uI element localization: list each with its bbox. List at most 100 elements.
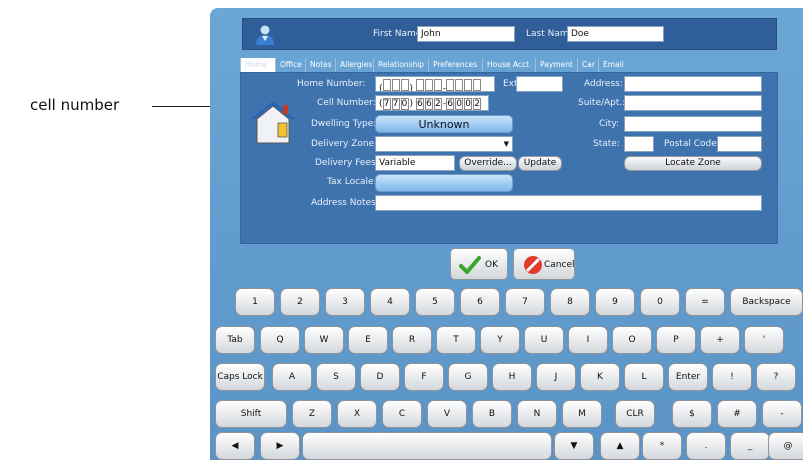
ok-label: OK bbox=[485, 260, 498, 270]
override-button[interactable]: Override... bbox=[459, 156, 517, 171]
key-exclamation[interactable]: ! bbox=[712, 363, 752, 391]
key-enter[interactable]: Enter bbox=[668, 363, 708, 391]
key-3[interactable]: 3 bbox=[325, 288, 365, 316]
key-left-arrow[interactable]: ◀ bbox=[215, 432, 255, 460]
key-tab[interactable]: Tab bbox=[215, 326, 255, 354]
key-o[interactable]: O bbox=[612, 326, 652, 354]
tab-home[interactable]: Home bbox=[240, 58, 275, 72]
key-minus[interactable]: - bbox=[762, 400, 802, 428]
key-caps-lock[interactable]: Caps Lock bbox=[215, 363, 265, 391]
key-4[interactable]: 4 bbox=[370, 288, 410, 316]
tab-office[interactable]: Office bbox=[275, 58, 305, 72]
delivery-zone-select[interactable]: ▼ bbox=[375, 136, 513, 152]
tab-notes[interactable]: Notes bbox=[305, 58, 335, 72]
key-j[interactable]: J bbox=[536, 363, 576, 391]
tab-relationship[interactable]: Relationship bbox=[373, 58, 428, 72]
address-label: Address: bbox=[584, 79, 623, 89]
key-y[interactable]: Y bbox=[480, 326, 520, 354]
home-tab-panel: Home Number: () - Ext: Cell Number: (7 7 0… bbox=[240, 72, 778, 244]
key-k[interactable]: K bbox=[580, 363, 620, 391]
tab-preferences[interactable]: Preferences bbox=[428, 58, 482, 72]
key-w[interactable]: W bbox=[304, 326, 344, 354]
cancel-button[interactable]: Cancel bbox=[513, 248, 575, 280]
key-equals[interactable]: = bbox=[685, 288, 725, 316]
suite-field[interactable] bbox=[624, 95, 762, 111]
key-space[interactable] bbox=[302, 432, 552, 460]
key-question[interactable]: ? bbox=[756, 363, 796, 391]
key-9[interactable]: 9 bbox=[595, 288, 635, 316]
key-up-arrow[interactable]: ▲ bbox=[600, 432, 640, 460]
address-field[interactable] bbox=[624, 76, 762, 92]
tax-locale-button[interactable] bbox=[375, 174, 513, 192]
key-v[interactable]: V bbox=[427, 400, 467, 428]
key-e[interactable]: E bbox=[348, 326, 388, 354]
key-clr[interactable]: CLR bbox=[615, 400, 655, 428]
cancel-icon bbox=[524, 256, 542, 274]
update-button[interactable]: Update bbox=[518, 156, 562, 171]
cell-digit: 7 bbox=[391, 98, 400, 110]
postal-code-field[interactable] bbox=[717, 136, 762, 152]
state-field[interactable] bbox=[624, 136, 654, 152]
cell-digit: 6 bbox=[446, 98, 455, 110]
key-c[interactable]: C bbox=[382, 400, 422, 428]
key-2[interactable]: 2 bbox=[280, 288, 320, 316]
key-f[interactable]: F bbox=[404, 363, 444, 391]
address-notes-field[interactable] bbox=[375, 195, 762, 211]
key-plus[interactable]: + bbox=[700, 326, 740, 354]
key-a[interactable]: A bbox=[272, 363, 312, 391]
key-x[interactable]: X bbox=[337, 400, 377, 428]
key-6[interactable]: 6 bbox=[460, 288, 500, 316]
key-t[interactable]: T bbox=[436, 326, 476, 354]
key-l[interactable]: L bbox=[624, 363, 664, 391]
key-d[interactable]: D bbox=[360, 363, 400, 391]
cell-number-field[interactable]: (7 7 0) 6 6 2 -6 0 0 2 bbox=[375, 95, 489, 111]
key-g[interactable]: G bbox=[448, 363, 488, 391]
key-1[interactable]: 1 bbox=[235, 288, 275, 316]
dwelling-type-label: Dwelling Type: bbox=[311, 119, 377, 129]
key-n[interactable]: N bbox=[517, 400, 557, 428]
key-shift[interactable]: Shift bbox=[215, 400, 287, 428]
cell-digit: 6 bbox=[424, 98, 433, 110]
key-asterisk[interactable]: * bbox=[642, 432, 682, 460]
tab-house-acct[interactable]: House Acct bbox=[482, 58, 535, 72]
tab-payment[interactable]: Payment bbox=[535, 58, 577, 72]
key-backspace[interactable]: Backspace bbox=[730, 288, 803, 316]
key-b[interactable]: B bbox=[472, 400, 512, 428]
tab-car[interactable]: Car bbox=[577, 58, 598, 72]
key-underscore[interactable]: _ bbox=[730, 432, 770, 460]
tab-email[interactable]: Email bbox=[598, 58, 626, 72]
key-p[interactable]: P bbox=[656, 326, 696, 354]
cell-digit: 2 bbox=[473, 98, 482, 110]
dwelling-type-button[interactable]: Unknown bbox=[375, 115, 513, 133]
suite-label: Suite/Apt.: bbox=[578, 98, 626, 108]
locate-zone-button[interactable]: Locate Zone bbox=[624, 156, 762, 171]
key-at[interactable]: @ bbox=[768, 432, 803, 460]
key-s[interactable]: S bbox=[316, 363, 356, 391]
key-right-arrow[interactable]: ▶ bbox=[260, 432, 300, 460]
home-number-field[interactable]: () - bbox=[375, 76, 495, 92]
key-hash[interactable]: # bbox=[717, 400, 757, 428]
key-i[interactable]: I bbox=[568, 326, 608, 354]
key-8[interactable]: 8 bbox=[550, 288, 590, 316]
tab-allergies[interactable]: Allergies bbox=[335, 58, 373, 72]
ok-button[interactable]: OK bbox=[450, 248, 508, 280]
key-period[interactable]: . bbox=[686, 432, 726, 460]
key-m[interactable]: M bbox=[562, 400, 602, 428]
last-name-field[interactable]: Doe bbox=[567, 26, 664, 42]
key-0[interactable]: 0 bbox=[640, 288, 680, 316]
house-icon bbox=[251, 101, 295, 144]
key-dollar[interactable]: $ bbox=[672, 400, 712, 428]
key-r[interactable]: R bbox=[392, 326, 432, 354]
key-7[interactable]: 7 bbox=[505, 288, 545, 316]
key-5[interactable]: 5 bbox=[415, 288, 455, 316]
key-down-arrow[interactable]: ▼ bbox=[554, 432, 594, 460]
first-name-field[interactable]: John bbox=[417, 26, 515, 42]
key-h[interactable]: H bbox=[492, 363, 532, 391]
delivery-fees-field[interactable]: Variable bbox=[375, 155, 455, 171]
city-field[interactable] bbox=[624, 116, 762, 132]
key-u[interactable]: U bbox=[524, 326, 564, 354]
key-apostrophe[interactable]: ' bbox=[744, 326, 784, 354]
key-q[interactable]: Q bbox=[260, 326, 300, 354]
ext-field[interactable] bbox=[516, 76, 563, 92]
key-z[interactable]: Z bbox=[292, 400, 332, 428]
